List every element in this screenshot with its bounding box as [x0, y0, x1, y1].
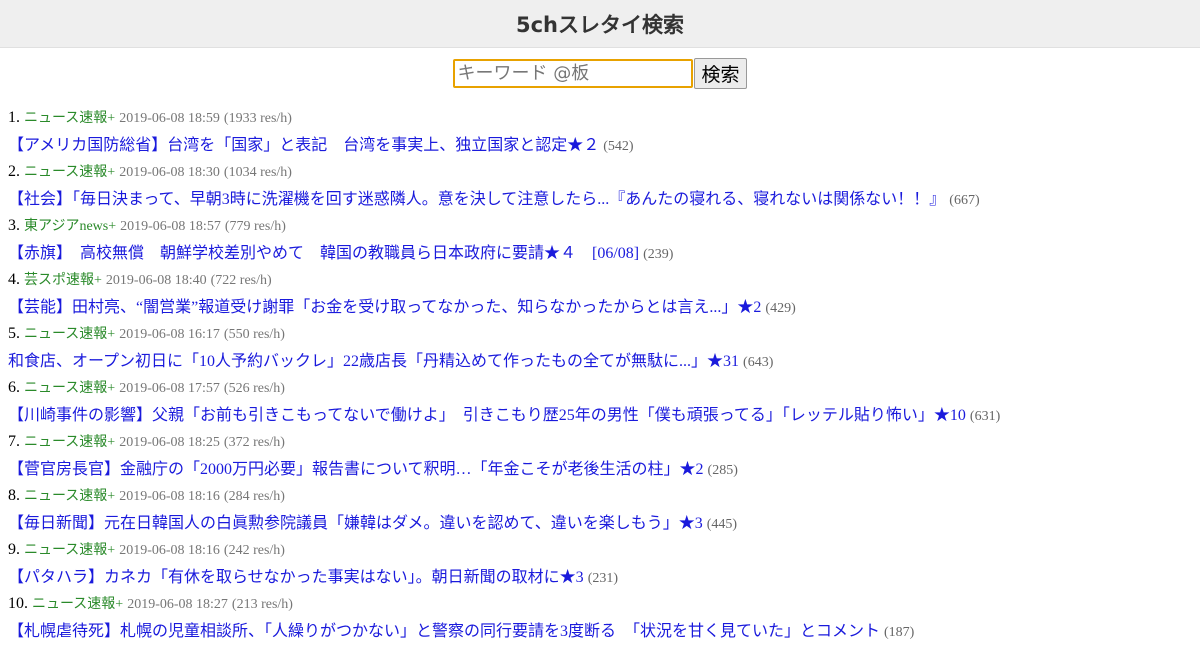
thread-count: (231)	[587, 571, 619, 586]
thread-item: 9. ニュース速報+ 2019-06-08 18:16 (242 res/h) …	[8, 539, 1200, 593]
thread-count: (631)	[969, 409, 1001, 424]
thread-speed: (372 res/h)	[223, 435, 285, 450]
thread-board[interactable]: 芸スポ速報+	[24, 273, 102, 288]
thread-board[interactable]: ニュース速報+	[32, 597, 123, 612]
thread-board[interactable]: ニュース速報+	[24, 489, 115, 504]
thread-date: 2019-06-08 18:25	[119, 435, 220, 450]
thread-title-link[interactable]: 【アメリカ国防総省】台湾を「国家」と表記 台湾を事実上、独立国家と認定★２	[8, 137, 599, 154]
thread-title-link[interactable]: 【赤旗】 高校無償 朝鮮学校差別やめて 韓国の教職員ら日本政府に要請★４ [06…	[8, 245, 639, 262]
thread-board[interactable]: ニュース速報+	[24, 111, 115, 126]
thread-date: 2019-06-08 18:40	[105, 273, 207, 288]
thread-count: (187)	[884, 625, 915, 640]
thread-date: 2019-06-08 18:27	[127, 597, 228, 612]
thread-speed: (284 res/h)	[223, 489, 285, 504]
thread-rank: 10.	[8, 595, 28, 612]
thread-board[interactable]: ニュース速報+	[24, 165, 115, 180]
thread-item: 7. ニュース速報+ 2019-06-08 18:25 (372 res/h) …	[8, 431, 1200, 485]
thread-title-link[interactable]: 【芸能】田村亮、“闇営業”報道受け謝罪「お金を受け取ってなかった、知らなかったか…	[8, 299, 761, 316]
thread-board[interactable]: 東アジアnews+	[24, 219, 116, 234]
thread-count: (667)	[949, 193, 980, 208]
thread-rank: 1.	[8, 109, 20, 126]
thread-rank: 2.	[8, 163, 20, 180]
thread-item: 10. ニュース速報+ 2019-06-08 18:27 (213 res/h)…	[8, 593, 1200, 647]
search-input[interactable]	[453, 59, 694, 88]
thread-board[interactable]: ニュース速報+	[24, 543, 115, 558]
thread-item: 1. ニュース速報+ 2019-06-08 18:59 (1933 res/h)…	[8, 107, 1200, 161]
site-header: 5chスレタイ検索	[0, 0, 1200, 48]
thread-count: (429)	[765, 301, 796, 316]
thread-date: 2019-06-08 18:16	[119, 489, 220, 504]
thread-speed: (213 res/h)	[231, 597, 293, 612]
thread-rank: 9.	[8, 541, 20, 558]
thread-board[interactable]: ニュース速報+	[24, 381, 115, 396]
thread-speed: (779 res/h)	[224, 219, 286, 234]
thread-rank: 4.	[8, 271, 20, 288]
thread-item: 4. 芸スポ速報+ 2019-06-08 18:40 (722 res/h) 【…	[8, 269, 1200, 323]
thread-rank: 7.	[8, 433, 20, 450]
thread-date: 2019-06-08 18:59	[119, 111, 220, 126]
thread-count: (445)	[706, 517, 738, 532]
thread-rank: 6.	[8, 379, 20, 396]
thread-title-link[interactable]: 【川崎事件の影響】父親「お前も引きこもってないで働けよ」 引きこもり歴25年の男…	[8, 407, 966, 424]
thread-rank: 8.	[8, 487, 20, 504]
thread-board[interactable]: ニュース速報+	[24, 435, 115, 450]
thread-item: 8. ニュース速報+ 2019-06-08 18:16 (284 res/h) …	[8, 485, 1200, 539]
thread-title-link[interactable]: 和食店、オープン初日に「10人予約バックレ」22歳店長「丹精込めて作ったもの全て…	[8, 353, 739, 370]
thread-title-link[interactable]: 【菅官房長官】金融庁の「2000万円必要」報告書について釈明…「年金こそが老後生…	[8, 461, 704, 478]
thread-list: 1. ニュース速報+ 2019-06-08 18:59 (1933 res/h)…	[8, 107, 1200, 647]
thread-count: (285)	[707, 463, 738, 478]
thread-rank: 3.	[8, 217, 20, 234]
thread-speed: (526 res/h)	[223, 381, 285, 396]
thread-date: 2019-06-08 18:30	[119, 165, 220, 180]
thread-rank: 5.	[8, 325, 20, 342]
thread-date: 2019-06-08 18:16	[119, 543, 220, 558]
search-button[interactable]: 検索	[694, 58, 747, 89]
thread-title-link[interactable]: 【パタハラ】カネカ「有休を取らせなかった事実はない」。朝日新聞の取材に★3	[8, 569, 584, 586]
thread-count: (239)	[643, 247, 674, 262]
thread-board[interactable]: ニュース速報+	[24, 327, 115, 342]
thread-speed: (722 res/h)	[210, 273, 272, 288]
thread-date: 2019-06-08 17:57	[119, 381, 220, 396]
site-title[interactable]: 5chスレタイ検索	[516, 9, 684, 39]
thread-speed: (1933 res/h)	[223, 111, 292, 126]
thread-speed: (242 res/h)	[223, 543, 285, 558]
thread-count: (542)	[603, 139, 634, 154]
thread-title-link[interactable]: 【毎日新聞】元在日韓国人の白眞勲参院議員「嫌韓はダメ。違いを認めて、違いを楽しも…	[8, 515, 703, 532]
thread-date: 2019-06-08 16:17	[119, 327, 220, 342]
thread-speed: (1034 res/h)	[223, 165, 292, 180]
thread-title-link[interactable]: 【札幌虐待死】札幌の児童相談所、「人繰りがつかない」と警察の同行要請を3度断る …	[8, 623, 880, 640]
thread-count: (643)	[743, 355, 774, 370]
thread-item: 5. ニュース速報+ 2019-06-08 16:17 (550 res/h) …	[8, 323, 1200, 377]
thread-date: 2019-06-08 18:57	[120, 219, 221, 234]
search-bar: 検索	[0, 58, 1200, 89]
thread-speed: (550 res/h)	[223, 327, 285, 342]
thread-item: 2. ニュース速報+ 2019-06-08 18:30 (1034 res/h)…	[8, 161, 1200, 215]
thread-item: 3. 東アジアnews+ 2019-06-08 18:57 (779 res/h…	[8, 215, 1200, 269]
thread-item: 6. ニュース速報+ 2019-06-08 17:57 (526 res/h) …	[8, 377, 1200, 431]
thread-title-link[interactable]: 【社会】「毎日決まって、早朝3時に洗濯機を回す迷惑隣人。意を決して注意したら..…	[8, 191, 945, 208]
